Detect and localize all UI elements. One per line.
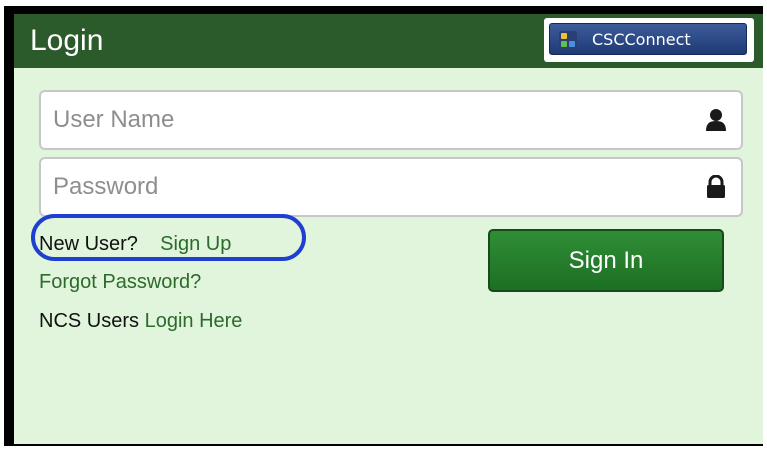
new-user-line: New User? Sign Up <box>39 232 231 256</box>
csc-connect-badge-wrapper: CSCConnect <box>544 18 754 62</box>
forgot-password-link[interactable]: Forgot Password? <box>39 271 201 293</box>
username-field <box>39 90 743 150</box>
password-field <box>39 157 743 217</box>
csc-connect-button[interactable]: CSCConnect <box>549 23 747 55</box>
sign-up-link[interactable]: Sign Up <box>160 233 231 255</box>
login-panel: Login CSCConnect New User? Sign Up <box>14 14 763 444</box>
panel-title: Login <box>30 24 104 57</box>
user-icon <box>706 109 726 131</box>
ncs-login-link[interactable]: Login Here <box>145 310 243 332</box>
lock-icon <box>707 175 725 198</box>
sign-in-button[interactable]: Sign In <box>488 229 724 292</box>
new-user-prompt: New User? <box>39 233 138 255</box>
csc-connect-label: CSCConnect <box>592 30 691 49</box>
ncs-users-line: NCS Users Login Here <box>39 309 242 333</box>
password-input[interactable] <box>53 167 683 207</box>
forgot-password-line: Forgot Password? <box>39 270 201 294</box>
ncs-users-prefix: NCS Users <box>39 310 140 332</box>
panel-header: Login CSCConnect <box>14 14 763 68</box>
csc-logo-icon <box>559 31 577 49</box>
username-input[interactable] <box>53 100 683 140</box>
